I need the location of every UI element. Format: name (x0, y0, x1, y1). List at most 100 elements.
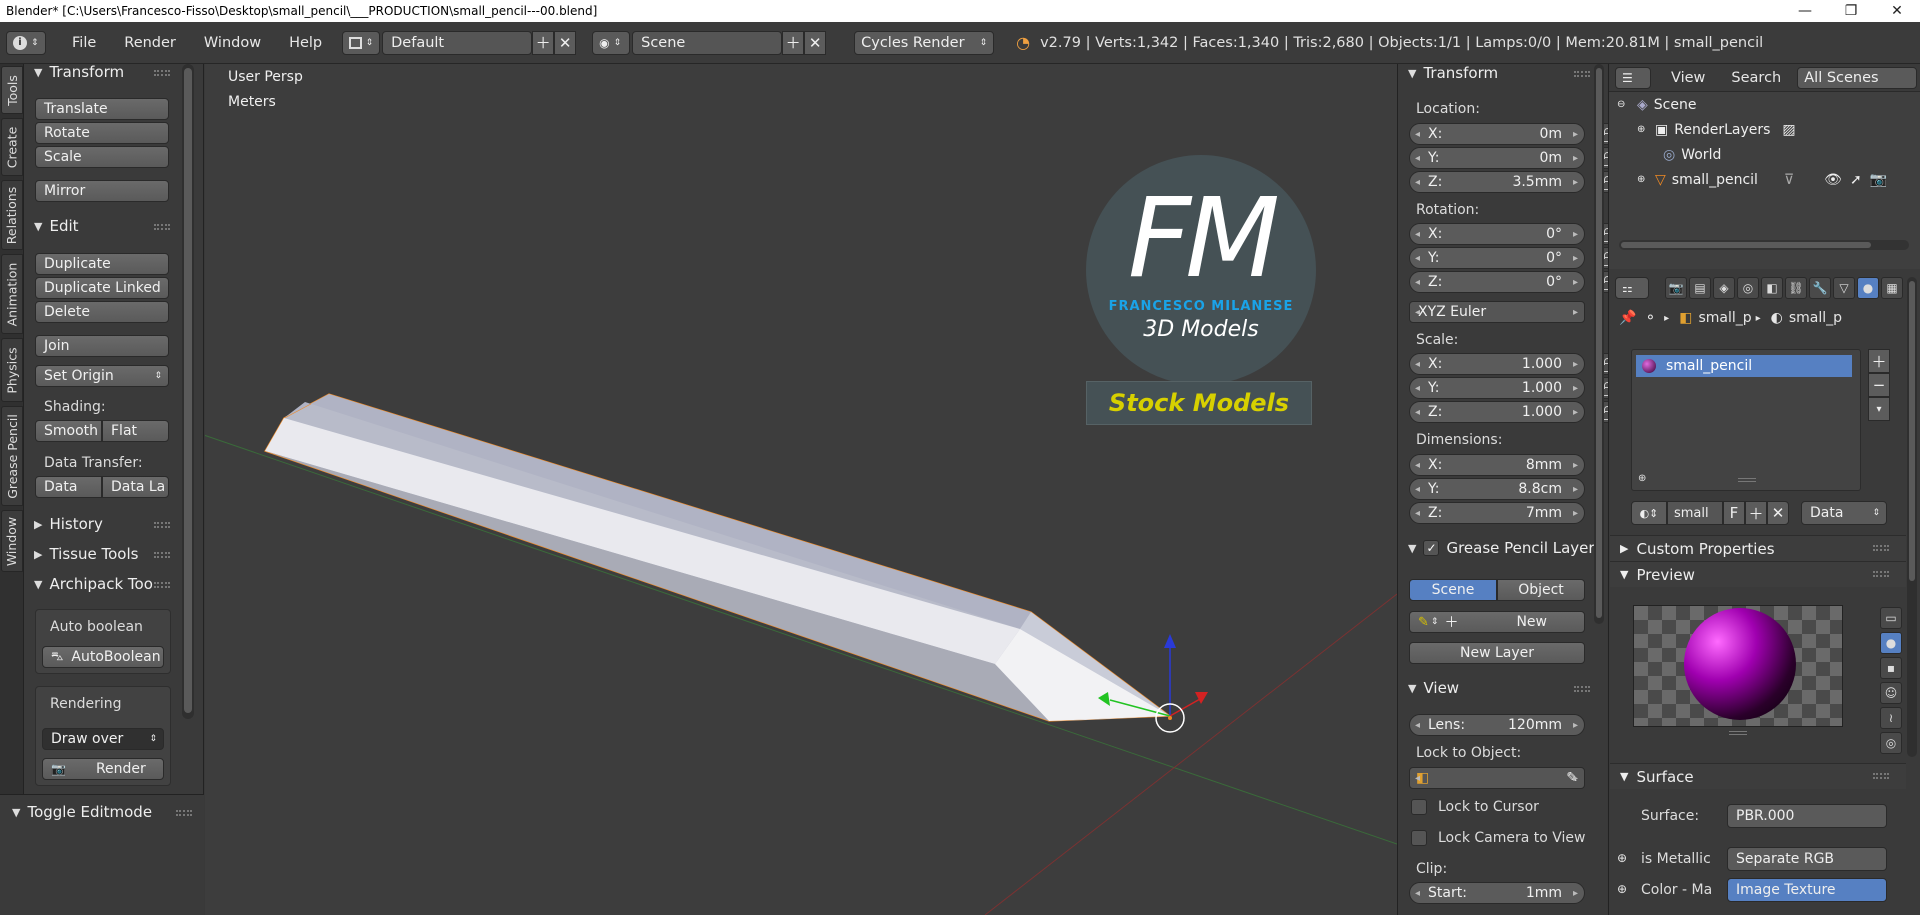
tab-grease-pencil[interactable]: Grease Pencil (1, 406, 23, 506)
constraints-tab-icon[interactable]: ⛓ (1785, 277, 1807, 299)
duplicate-button[interactable]: Duplicate (35, 253, 169, 275)
pin-icon[interactable]: 📌 (1619, 310, 1636, 326)
drag-grip-icon[interactable] (1873, 571, 1889, 577)
preview-world-icon[interactable]: ◎ (1880, 732, 1902, 754)
preview-hair-icon[interactable]: ≀ (1880, 707, 1902, 729)
lock-to-cursor-checkbox[interactable] (1411, 799, 1427, 815)
dimension-x-field[interactable]: X:8mm (1409, 454, 1585, 476)
render-engine-dropdown[interactable]: Cycles Render ⇕ (854, 30, 995, 55)
add-layout-button[interactable]: ＋ (532, 30, 555, 55)
preview-cube-icon[interactable]: ▪ (1880, 657, 1902, 679)
collapse-icon[interactable]: ⊖ (1617, 99, 1631, 110)
preview-resize-grip[interactable] (1729, 731, 1747, 735)
outliner-row-world[interactable]: ◎ World (1609, 142, 1920, 167)
editor-type-button[interactable]: i ⇕ (6, 30, 46, 55)
rotate-button[interactable]: Rotate (35, 122, 169, 144)
add-scene-button[interactable]: ＋ (782, 30, 805, 55)
material-name-field[interactable]: small (1667, 501, 1723, 525)
outliner-row-renderlayers[interactable]: ⊕ ▣ RenderLayers ▨ (1609, 117, 1920, 142)
menu-search[interactable]: Search (1731, 70, 1781, 86)
remove-scene-button[interactable]: ✕ (804, 30, 827, 55)
expand-icon[interactable]: ⊕ (1637, 174, 1651, 185)
rotation-y-field[interactable]: Y:0° (1409, 247, 1585, 269)
join-button[interactable]: Join (35, 335, 169, 357)
menu-help[interactable]: Help (275, 35, 336, 51)
expand-icon[interactable]: ⊕ (1637, 124, 1651, 135)
lock-object-field[interactable]: ◧ ✎ (1409, 767, 1585, 789)
menu-file[interactable]: File (58, 35, 110, 51)
scale-y-field[interactable]: Y:1.000 (1409, 377, 1585, 399)
drag-grip-icon[interactable] (176, 810, 192, 816)
gp-new-button[interactable]: ✎ ⇕ ＋ New (1409, 611, 1585, 633)
render-button[interactable]: 📷 Render (42, 758, 164, 780)
drag-grip-icon[interactable] (154, 522, 170, 528)
tab-animation[interactable]: Animation (1, 254, 23, 334)
rotation-z-field[interactable]: Z:0° (1409, 271, 1585, 293)
minimize-button[interactable]: — (1782, 0, 1828, 22)
mirror-button[interactable]: Mirror (35, 180, 169, 202)
location-x-field[interactable]: X:0m (1409, 123, 1585, 145)
delete-button[interactable]: Delete (35, 301, 169, 323)
data-button[interactable]: Data (35, 476, 102, 498)
material-browse-button[interactable]: ◐⇕ (1631, 501, 1667, 525)
auto-boolean-button[interactable]: ⛍ AutoBoolean (42, 646, 164, 668)
dimension-y-field[interactable]: Y:8.8cm (1409, 478, 1585, 500)
scrollbar-thumb[interactable] (1909, 281, 1915, 581)
remove-slot-button[interactable]: − (1868, 373, 1890, 397)
cursor-select-icon[interactable]: ➚ (1850, 172, 1862, 188)
gp-object-button[interactable]: Object (1497, 579, 1585, 601)
lens-field[interactable]: Lens:120mm (1409, 714, 1585, 736)
3d-viewport[interactable]: User Persp Meters FM FRANCESCO MILANESE … (205, 64, 1397, 915)
toolshelf-scrollbar[interactable] (182, 64, 194, 719)
add-slot-button[interactable]: ＋ (1868, 349, 1890, 373)
scrollbar-thumb[interactable] (1621, 242, 1871, 248)
color-input-field[interactable]: Image Texture (1727, 878, 1887, 902)
new-material-button[interactable]: ＋ (1745, 501, 1767, 525)
menu-view[interactable]: View (1671, 70, 1705, 86)
eye-icon[interactable]: 👁 (1824, 172, 1842, 188)
scale-z-field[interactable]: Z:1.000 (1409, 401, 1585, 423)
scrollbar-thumb[interactable] (1596, 68, 1602, 618)
editor-type-button[interactable]: ☰ (1615, 66, 1651, 89)
render-tab-icon[interactable]: 📷 (1665, 277, 1687, 299)
tab-tools[interactable]: Tools (1, 66, 23, 114)
preview-header[interactable]: ▼ Preview (1610, 561, 1906, 587)
layers-tab-icon[interactable]: ▤ (1689, 277, 1711, 299)
tab-relations[interactable]: Relations (1, 180, 23, 250)
transform-panel-header[interactable]: ▼ Transform (1408, 64, 1498, 82)
material-slot-item[interactable]: small_pencil (1636, 355, 1852, 377)
fake-user-button[interactable]: F (1723, 501, 1745, 525)
drag-grip-icon[interactable] (154, 224, 170, 230)
list-resize-grip[interactable] (1738, 478, 1756, 482)
drag-grip-icon[interactable] (154, 70, 170, 76)
preview-flat-icon[interactable]: ▭ (1880, 607, 1902, 629)
scale-x-field[interactable]: X:1.000 (1409, 353, 1585, 375)
layout-name-field[interactable]: Default (382, 30, 533, 55)
history-panel-header[interactable]: ▶ History (34, 515, 103, 533)
breadcrumb-object[interactable]: small_p (1698, 310, 1751, 326)
add-small-icon[interactable]: ⊕ (1638, 473, 1646, 484)
custom-properties-header[interactable]: ▶ Custom Properties (1610, 535, 1906, 561)
transform-panel-header[interactable]: ▼ Transform (34, 63, 124, 81)
gp-new-layer-button[interactable]: New Layer (1409, 642, 1585, 664)
menu-render[interactable]: Render (110, 35, 190, 51)
menu-window[interactable]: Window (190, 35, 275, 51)
view-panel-header[interactable]: ▼ View (1408, 679, 1459, 697)
outliner-row-scene[interactable]: ⊖ ◈ Scene (1609, 92, 1920, 117)
grease-pencil-panel-header[interactable]: ▼ ✓ Grease Pencil Layer (1408, 539, 1598, 557)
scene-name-field[interactable]: Scene (632, 30, 783, 55)
remove-layout-button[interactable]: ✕ (554, 30, 577, 55)
breadcrumb-material[interactable]: small_p (1789, 310, 1842, 326)
drag-grip-icon[interactable] (154, 552, 170, 558)
data-layout-button[interactable]: Data La (102, 476, 169, 498)
draw-over-dropdown[interactable]: Draw over ⇕ (42, 728, 164, 750)
properties-scrollbar[interactable] (1907, 277, 1917, 757)
object-tab-icon[interactable]: ◧ (1761, 277, 1783, 299)
metallic-input-field[interactable]: Separate RGB (1727, 847, 1887, 871)
editor-type-button[interactable]: ⚏ (1615, 277, 1649, 299)
scrollbar-thumb[interactable] (184, 68, 192, 713)
drag-grip-icon[interactable] (1574, 71, 1590, 77)
close-window-button[interactable]: ✕ (1874, 0, 1920, 22)
surface-shader-field[interactable]: PBR.000 (1727, 804, 1887, 828)
scale-button[interactable]: Scale (35, 146, 169, 168)
